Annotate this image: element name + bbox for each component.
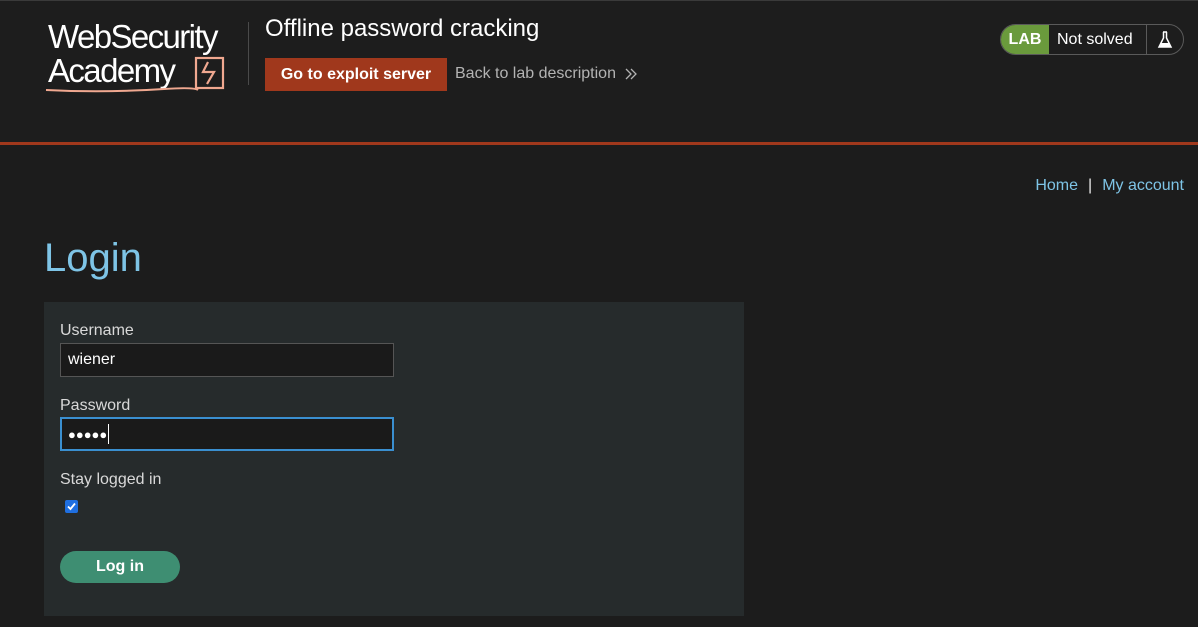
log-in-button[interactable]: Log in [60,551,180,583]
lab-status-text: Not solved [1049,25,1147,54]
flask-icon[interactable] [1147,25,1183,54]
logo-mark-icon [45,56,225,93]
go-to-exploit-server-button[interactable]: Go to exploit server [265,58,447,91]
top-navigation: Home | My account [1035,177,1184,195]
password-field[interactable]: ●●●●● [60,417,394,451]
my-account-link[interactable]: My account [1102,177,1184,195]
lab-badge: LAB [1001,25,1049,54]
username-field[interactable]: wiener [60,343,394,377]
password-value: ●●●●● [68,426,108,442]
checkmark-icon [67,502,76,511]
nav-separator: | [1088,177,1093,194]
logo-divider [248,22,249,85]
double-chevron-right-icon [625,68,637,80]
web-security-academy-logo[interactable]: WebSecurity Academy [44,20,248,96]
header-top-border [0,0,1198,1]
lab-title: Offline password cracking [265,15,540,42]
login-form: Username wiener Password ●●●●● Stay logg… [44,302,744,616]
page-header: WebSecurity Academy Offline password cra… [0,0,1198,145]
username-label: Username [60,322,134,339]
home-link[interactable]: Home [1035,177,1078,195]
back-link-label: Back to lab description [455,65,616,82]
text-caret [108,424,110,444]
username-value: wiener [68,351,116,368]
stay-logged-in-checkbox[interactable] [65,500,78,513]
page-title: Login [44,236,142,280]
lab-status-widget: LAB Not solved [1000,24,1184,55]
password-label: Password [60,397,131,414]
stay-logged-in-label: Stay logged in [60,471,162,488]
back-to-lab-description-link[interactable]: Back to lab description [455,65,638,83]
